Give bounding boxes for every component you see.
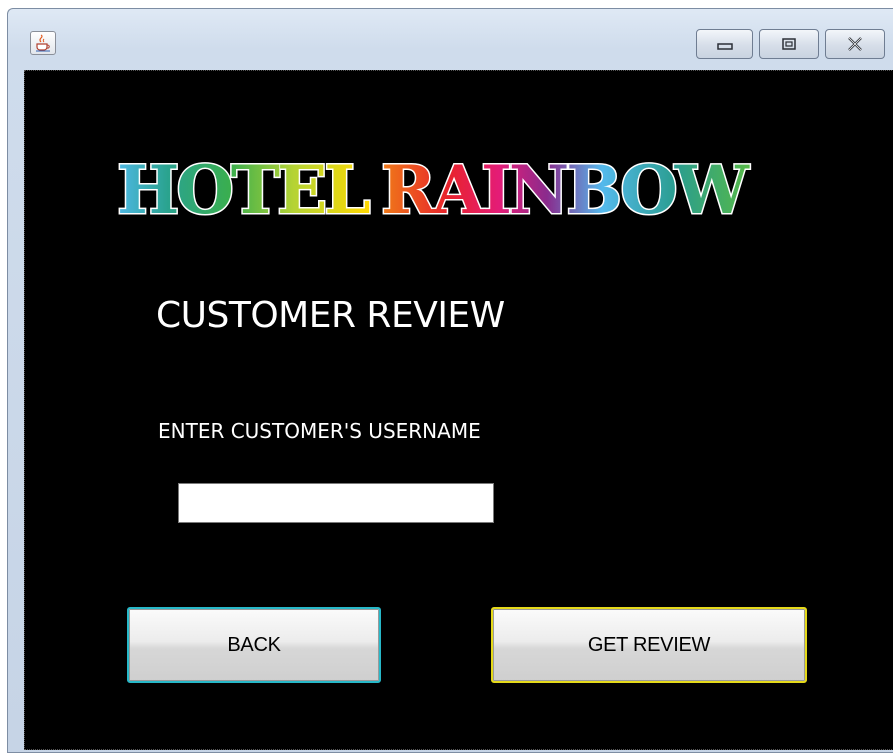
back-button[interactable]: BACK [127, 607, 381, 683]
username-input[interactable] [178, 483, 494, 523]
title-bar[interactable] [8, 9, 893, 69]
logo-word-hotel: HOTEL [117, 151, 369, 229]
minimize-icon [716, 43, 733, 50]
maximize-button[interactable] [759, 29, 819, 59]
hotel-rainbow-logo: HOTEL RAINBOW [116, 150, 754, 230]
logo-word-rainbow: RAINBOW [381, 151, 750, 229]
app-window: HOTEL RAINBOW CUSTOMER REVIEW ENTER CUST… [7, 8, 893, 753]
get-review-button[interactable]: GET REVIEW [491, 607, 807, 683]
close-button[interactable] [825, 29, 885, 59]
page-title: CUSTOMER REVIEW [156, 295, 505, 336]
java-coffee-cup-icon[interactable] [30, 31, 56, 55]
content-panel: HOTEL RAINBOW CUSTOMER REVIEW ENTER CUST… [24, 70, 893, 750]
username-label: ENTER CUSTOMER'S USERNAME [158, 419, 481, 443]
maximize-icon [782, 38, 796, 50]
close-icon [848, 37, 862, 51]
minimize-button[interactable] [696, 29, 753, 59]
